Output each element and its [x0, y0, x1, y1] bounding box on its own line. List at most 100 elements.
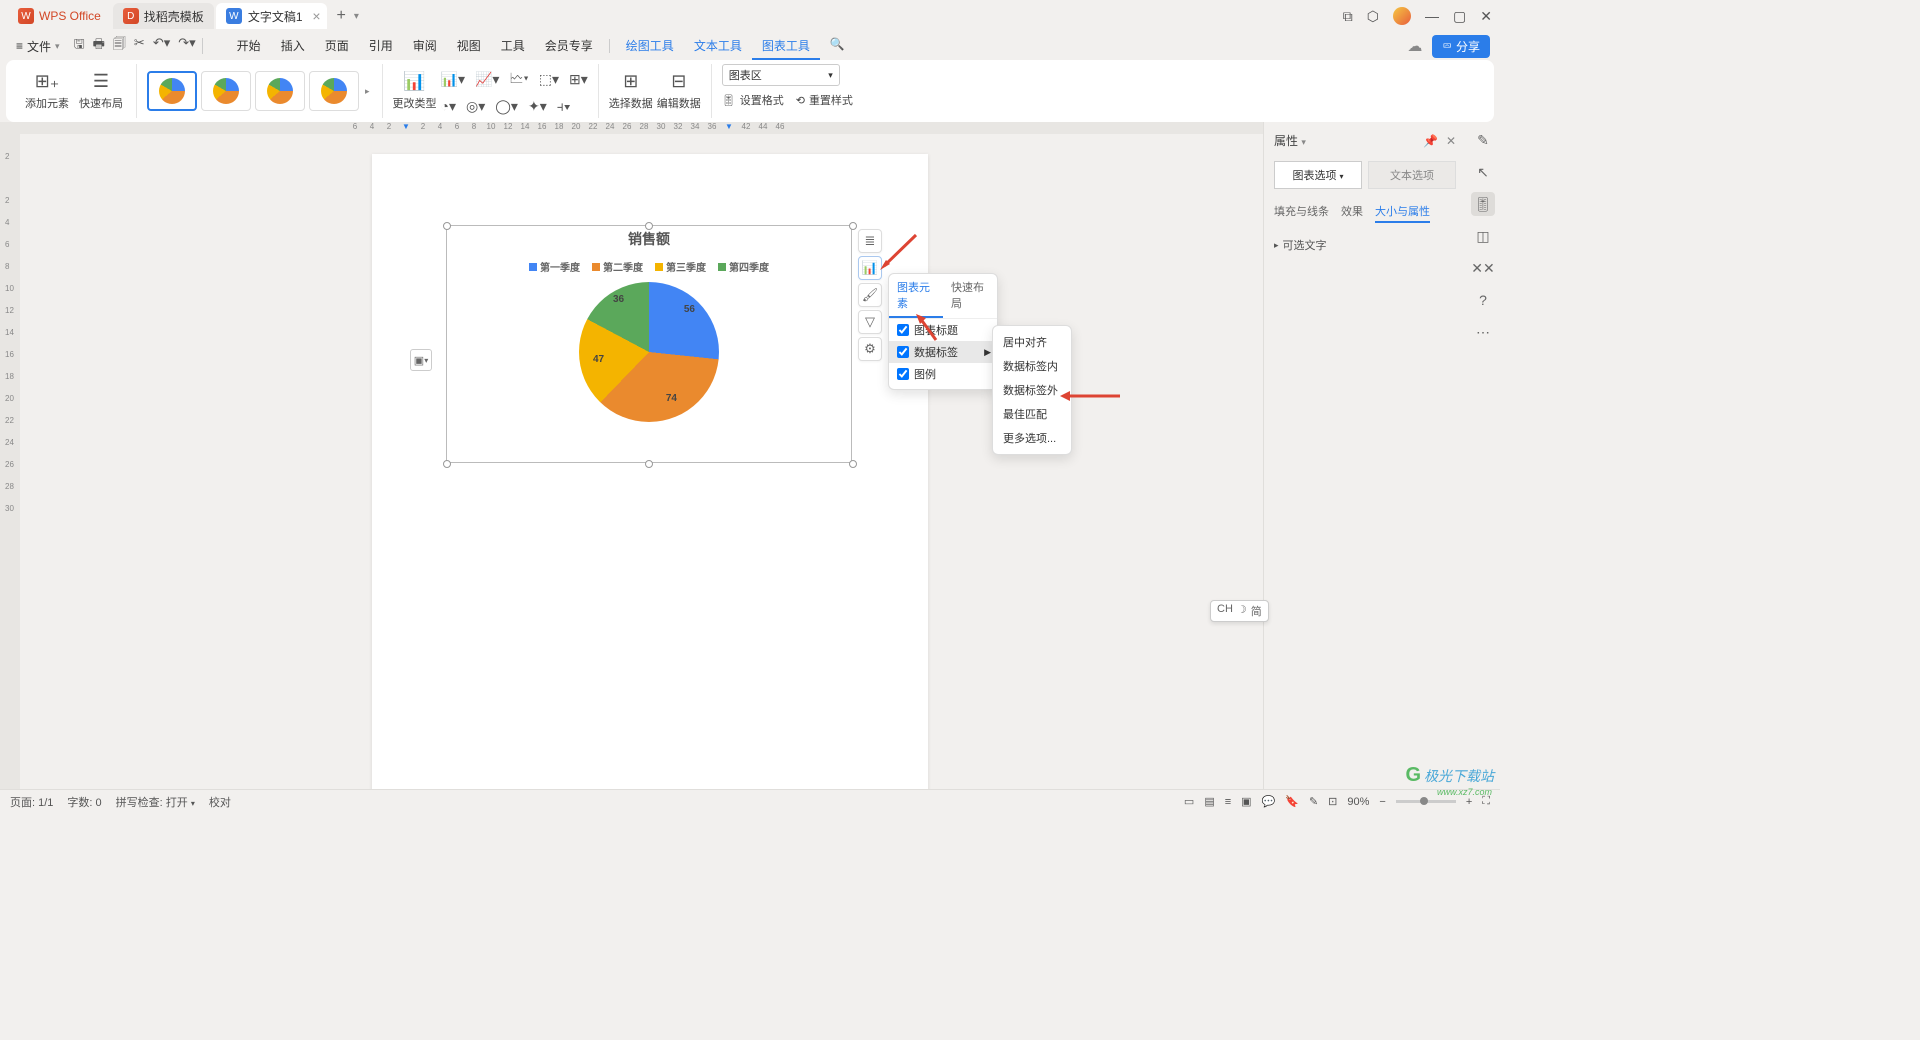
chart-settings-icon[interactable]: ⚙ [858, 337, 882, 361]
panel-tab-text[interactable]: 文本选项 [1368, 161, 1456, 189]
popup1-tab-layout[interactable]: 快速布局 [943, 274, 997, 318]
strip-layers-icon[interactable]: ◫ [1471, 224, 1495, 248]
strip-cursor-icon[interactable]: ↖ [1471, 160, 1495, 184]
handle-br[interactable] [849, 460, 857, 468]
strip-help-icon[interactable]: ? [1471, 288, 1495, 312]
chart-style-4[interactable] [309, 71, 359, 111]
avatar[interactable] [1393, 7, 1411, 25]
zoom-slider[interactable] [1396, 800, 1456, 803]
view-read-icon[interactable]: ▣ [1241, 795, 1251, 808]
canvas[interactable]: ▣ ▾ 销售额 第一季度 第二季度 第三季度 第四季度 56 [20, 134, 1263, 789]
handle-tr[interactable] [849, 222, 857, 230]
menu-tab-tools[interactable]: 工具 [491, 33, 535, 60]
strip-tools-icon[interactable]: ✕✕ [1471, 256, 1495, 280]
subtab-fill[interactable]: 填充与线条 [1274, 203, 1329, 223]
popup1-item-title[interactable]: 图表标题 [889, 319, 997, 341]
pen-icon[interactable]: ✎ [1309, 795, 1318, 808]
window-restore-icon[interactable]: ⧉ [1343, 8, 1353, 25]
handle-bl[interactable] [443, 460, 451, 468]
submenu-inside[interactable]: 数据标签内 [993, 354, 1071, 378]
strip-settings-icon[interactable]: 🎚 [1471, 192, 1495, 216]
grid-dd[interactable]: ⊞▾ [569, 68, 588, 92]
combo-dd[interactable]: ⬚▾ [539, 68, 559, 92]
checkbox-legend[interactable] [897, 368, 909, 380]
status-words[interactable]: 字数: 0 [67, 794, 101, 810]
quick-layout-button[interactable]: ☰ 快速布局 [76, 71, 126, 111]
scatter-dd[interactable]: ◯▾ [495, 98, 518, 115]
redo-icon[interactable]: ↷▾ [178, 35, 195, 57]
minimize-icon[interactable]: — [1425, 8, 1439, 24]
menu-tab-chart[interactable]: 图表工具 [752, 33, 820, 60]
subtab-effect[interactable]: 效果 [1341, 203, 1363, 223]
share-button[interactable]: ⮹ 分享 [1432, 35, 1490, 58]
submenu-center[interactable]: 居中对齐 [993, 330, 1071, 354]
tab-document[interactable]: W 文字文稿1 × [216, 3, 327, 29]
menu-tab-reference[interactable]: 引用 [359, 33, 403, 60]
chart-style-icon[interactable]: 🖌 [858, 283, 882, 307]
zoom-in-icon[interactable]: + [1466, 796, 1472, 808]
menu-tab-draw[interactable]: 绘图工具 [616, 33, 684, 60]
close-panel-icon[interactable]: ✕ [1446, 134, 1456, 148]
maximize-icon[interactable]: ▢ [1453, 8, 1466, 25]
pin-icon[interactable]: 📌 [1423, 134, 1438, 148]
edit-data-button[interactable]: ⊟ 编辑数据 [657, 71, 701, 111]
menu-tab-insert[interactable]: 插入 [271, 33, 315, 60]
area-dd[interactable]: 🗠▾ [509, 68, 528, 92]
save-icon[interactable]: 🖫 [74, 35, 85, 57]
ime-indicator[interactable]: CH ☽ 简 [1210, 600, 1269, 622]
pie-chart[interactable]: 销售额 第一季度 第二季度 第三季度 第四季度 56 74 47 36 [450, 229, 848, 459]
close-window-icon[interactable]: ✕ [1480, 8, 1492, 25]
preview-icon[interactable]: 🗐 [113, 35, 126, 57]
line-dd[interactable]: 📈▾ [475, 68, 499, 92]
view-page-icon[interactable]: ▭ [1184, 795, 1194, 808]
strip-more-icon[interactable]: ⋯ [1471, 320, 1495, 344]
chart-filter-icon[interactable]: ▽ [858, 310, 882, 334]
cloud-icon[interactable]: ☁ [1407, 37, 1422, 55]
stock-dd[interactable]: ⫞▾ [557, 98, 571, 115]
close-icon[interactable]: × [312, 8, 320, 24]
subtab-size[interactable]: 大小与属性 [1375, 203, 1430, 223]
menu-tab-page[interactable]: 页面 [315, 33, 359, 60]
zoom-out-icon[interactable]: − [1379, 796, 1385, 808]
fit-icon[interactable]: ⊡ [1328, 795, 1337, 808]
radar-dd[interactable]: ✦▾ [528, 98, 547, 115]
menu-tab-member[interactable]: 会员专享 [535, 33, 603, 60]
chart-area-select[interactable]: 图表区 ▾ [722, 64, 840, 86]
new-tab-button[interactable]: + [329, 7, 354, 25]
tab-wps[interactable]: W WPS Office [8, 3, 111, 29]
chart-layout-icon[interactable]: ≣ [858, 229, 882, 253]
chart-elements-icon[interactable]: 📊 [858, 256, 882, 280]
checkbox-title[interactable] [897, 324, 909, 336]
status-page[interactable]: 页面: 1/1 [10, 794, 53, 810]
menu-tab-view[interactable]: 视图 [447, 33, 491, 60]
donut-dd[interactable]: ◎▾ [466, 98, 485, 115]
undo-icon[interactable]: ↶▾ [153, 35, 170, 57]
reset-style-button[interactable]: ⟲ 重置样式 [796, 92, 853, 108]
add-element-button[interactable]: ⊞₊ 添加元素 [22, 71, 72, 111]
style-more-icon[interactable]: ▸ [363, 86, 372, 97]
menu-tab-text[interactable]: 文本工具 [684, 33, 752, 60]
status-spell[interactable]: 拼写检查: 打开 ▾ [116, 794, 195, 810]
set-format-button[interactable]: 🎚 设置格式 [722, 92, 784, 108]
bar-dd[interactable]: 📊▾ [441, 68, 465, 92]
change-type-button[interactable]: 📊 更改类型 [393, 71, 437, 111]
popup1-item-legend[interactable]: 图例 [889, 363, 997, 385]
search-icon[interactable]: 🔍 [820, 33, 855, 60]
submenu-outside[interactable]: 数据标签外 [993, 378, 1071, 402]
layout-options-button[interactable]: ▣ ▾ [410, 349, 432, 371]
view-web-icon[interactable]: ▤ [1204, 795, 1214, 808]
popup1-item-datalabel[interactable]: 数据标签 ▶ [889, 341, 997, 363]
view-outline-icon[interactable]: ≡ [1225, 796, 1231, 808]
submenu-bestfit[interactable]: 最佳匹配 [993, 402, 1071, 426]
cut-icon[interactable]: ✂ [134, 35, 145, 57]
file-menu[interactable]: ≡ 文件 ▾ [10, 38, 66, 55]
cube-icon[interactable]: ⬡ [1367, 8, 1379, 25]
print-icon[interactable]: 🖶 [93, 35, 105, 57]
tab-template[interactable]: D 找稻壳模板 [113, 3, 214, 29]
checkbox-datalabel[interactable] [897, 346, 909, 358]
status-proof[interactable]: 校对 [209, 794, 231, 810]
submenu-more[interactable]: 更多选项... [993, 426, 1071, 450]
menu-tab-start[interactable]: 开始 [227, 33, 271, 60]
tab-dropdown-icon[interactable]: ▾ [354, 11, 359, 22]
panel-tab-chart[interactable]: 图表选项 ▾ [1274, 161, 1362, 189]
